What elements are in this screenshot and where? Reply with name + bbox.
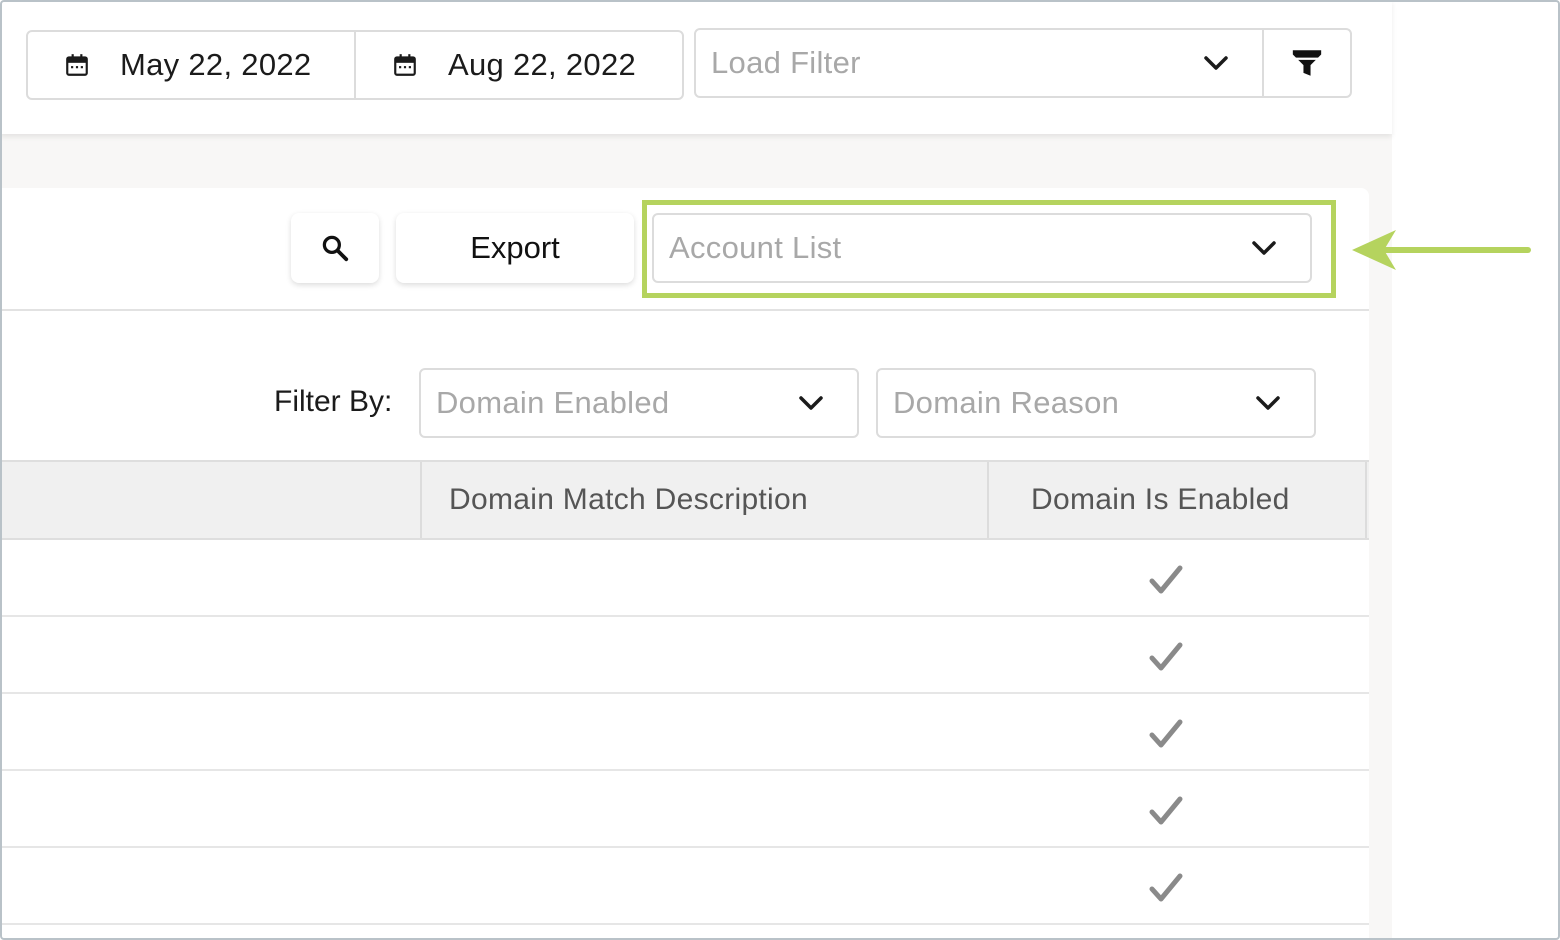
load-filter-placeholder: Load Filter xyxy=(711,45,861,80)
column-header-domain-match-description[interactable]: Domain Match Description xyxy=(449,462,808,538)
search-icon xyxy=(322,235,349,262)
table-row[interactable] xyxy=(0,540,1369,617)
date-range-picker: May 22, 2022 Aug 22, 2022 xyxy=(26,30,684,100)
load-filter-select[interactable]: Load Filter xyxy=(696,30,1264,96)
table-row[interactable] xyxy=(0,771,1369,848)
calendar-icon xyxy=(394,54,416,76)
table-row[interactable] xyxy=(0,848,1369,925)
table-row[interactable] xyxy=(0,694,1369,771)
funnel-icon xyxy=(1292,50,1322,76)
chevron-down-icon xyxy=(799,396,823,410)
start-date-text: May 22, 2022 xyxy=(120,47,312,82)
chevron-down-icon xyxy=(1204,56,1228,70)
end-date-text: Aug 22, 2022 xyxy=(448,47,637,82)
toolbar-divider xyxy=(0,309,1369,311)
load-filter-group: Load Filter xyxy=(694,28,1352,98)
search-button[interactable] xyxy=(291,213,379,283)
chevron-down-icon xyxy=(1256,396,1280,410)
domain-enabled-select[interactable]: Domain Enabled xyxy=(419,368,859,438)
apply-filter-button[interactable] xyxy=(1264,30,1350,96)
checkmark-icon xyxy=(1149,873,1183,902)
table-row[interactable] xyxy=(0,617,1369,694)
domain-enabled-placeholder: Domain Enabled xyxy=(436,385,670,420)
start-date-button[interactable]: May 22, 2022 xyxy=(28,32,356,98)
column-separator xyxy=(420,462,422,538)
export-button[interactable]: Export xyxy=(396,213,634,283)
checkmark-icon xyxy=(1149,796,1183,825)
domain-reason-select[interactable]: Domain Reason xyxy=(876,368,1316,438)
arrow-left-icon xyxy=(1352,230,1531,270)
data-card: Export Account List Filter By: Domain En… xyxy=(0,188,1369,940)
filter-by-label: Filter By: xyxy=(274,385,393,418)
account-list-placeholder: Account List xyxy=(669,230,842,265)
table-header: Domain Match Description Domain Is Enabl… xyxy=(0,460,1369,540)
end-date-button[interactable]: Aug 22, 2022 xyxy=(356,32,682,98)
account-list-select[interactable]: Account List xyxy=(652,213,1312,283)
chevron-down-icon xyxy=(1252,241,1276,255)
domain-reason-placeholder: Domain Reason xyxy=(893,385,1120,420)
column-separator xyxy=(1365,462,1367,538)
calendar-icon xyxy=(66,54,88,76)
column-header-domain-is-enabled[interactable]: Domain Is Enabled xyxy=(1031,462,1290,538)
checkmark-icon xyxy=(1149,642,1183,671)
top-bar: May 22, 2022 Aug 22, 2022 Load Filter xyxy=(0,0,1392,134)
checkmark-icon xyxy=(1149,719,1183,748)
checkmark-icon xyxy=(1149,565,1183,594)
column-separator xyxy=(987,462,989,538)
